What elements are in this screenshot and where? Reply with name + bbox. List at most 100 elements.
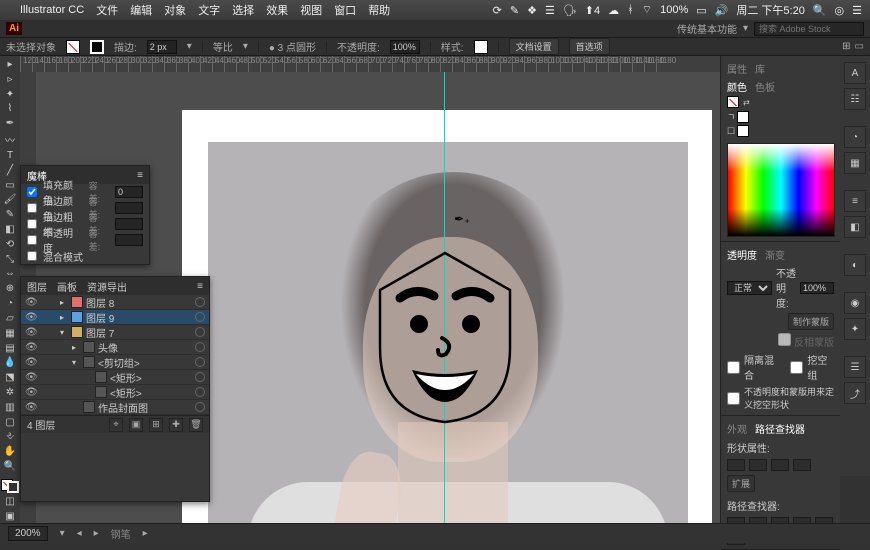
target-icon[interactable] xyxy=(195,357,205,367)
dock-color-icon[interactable]: ◔ xyxy=(844,126,866,148)
panel-menu-icon[interactable]: ≡ xyxy=(137,170,143,181)
transparency-tab[interactable]: 透明度 xyxy=(727,247,757,262)
tolerance-input[interactable] xyxy=(115,186,143,198)
perspective-tool[interactable]: ▱ xyxy=(2,312,18,325)
layer-name[interactable]: <矩形> xyxy=(110,385,192,400)
target-icon[interactable] xyxy=(195,402,205,412)
line-tool[interactable]: ╱ xyxy=(2,164,18,177)
none-icon[interactable]: ☐ xyxy=(727,126,735,137)
stroke-swatch-icon[interactable] xyxy=(7,481,19,493)
panel-menu-icon[interactable]: ≡ xyxy=(197,281,203,292)
exclude-icon[interactable] xyxy=(793,459,811,471)
option-checkbox[interactable] xyxy=(27,203,37,213)
siri-icon[interactable]: ◎ xyxy=(835,4,845,17)
stock-search-input[interactable] xyxy=(754,22,864,36)
opacity-input[interactable] xyxy=(390,40,420,54)
free-transform-tool[interactable]: ⊕ xyxy=(2,282,18,295)
battery-icon[interactable]: ▭ xyxy=(696,4,706,17)
delete-layer-icon[interactable]: 🗑 xyxy=(189,418,203,432)
swap-icon[interactable]: ⇄ xyxy=(743,98,750,107)
disclosure-icon[interactable]: ▸ xyxy=(60,298,68,307)
menu-view[interactable]: 视图 xyxy=(300,2,322,18)
layer-name[interactable]: <剪切组> xyxy=(98,355,192,370)
layer-name[interactable]: 图层 7 xyxy=(86,325,192,340)
scale-tool[interactable]: ⤡ xyxy=(2,253,18,266)
color-tab[interactable]: 颜色 xyxy=(727,79,747,94)
option-checkbox[interactable] xyxy=(27,219,37,229)
shaper-tool[interactable]: ✎ xyxy=(2,208,18,221)
width-tool[interactable]: ⇔ xyxy=(2,268,18,281)
layer-name[interactable]: <矩形> xyxy=(110,370,192,385)
swatches-tab[interactable]: 色板 xyxy=(755,79,775,94)
menu-select[interactable]: 选择 xyxy=(232,2,254,18)
layer-row[interactable]: 👁 ▾ 图层 7 xyxy=(21,325,209,340)
artboard[interactable] xyxy=(208,142,688,523)
layers-tab[interactable]: 图层 xyxy=(27,279,47,294)
artboards-tab[interactable]: 画板 xyxy=(57,279,77,294)
visibility-toggle-icon[interactable]: 👁 xyxy=(25,387,37,398)
disclosure-icon[interactable]: ▾ xyxy=(60,328,68,337)
asset-export-tab[interactable]: 资源导出 xyxy=(87,279,127,294)
dock-asset-export-icon[interactable]: ⤴ xyxy=(844,382,866,404)
gradient-tab[interactable]: 渐变 xyxy=(765,247,785,262)
eraser-tool[interactable]: ◧ xyxy=(2,223,18,236)
menubar-extra-icon[interactable]: ⟳ xyxy=(493,4,502,17)
menu-window[interactable]: 窗口 xyxy=(334,2,356,18)
menu-object[interactable]: 对象 xyxy=(164,2,186,18)
target-icon[interactable] xyxy=(195,342,205,352)
stroke-swatch[interactable] xyxy=(90,40,104,54)
minus-front-icon[interactable] xyxy=(749,459,767,471)
direct-selection-tool[interactable]: ▹ xyxy=(2,73,18,86)
zoom-tool[interactable]: 🔍 xyxy=(2,460,18,473)
properties-tab[interactable]: 属性 xyxy=(727,61,747,76)
menu-effect[interactable]: 效果 xyxy=(266,2,288,18)
stroke-color-swatch[interactable] xyxy=(737,125,749,137)
visibility-toggle-icon[interactable]: 👁 xyxy=(25,297,37,308)
style-swatch[interactable] xyxy=(474,40,488,54)
intersect-icon[interactable] xyxy=(771,459,789,471)
vertical-guide[interactable] xyxy=(444,72,445,523)
target-icon[interactable] xyxy=(195,387,205,397)
menu-type[interactable]: 文字 xyxy=(198,2,220,18)
brush-preset[interactable]: ● 3 点圆形 xyxy=(269,39,316,54)
menubar-extra-icon[interactable]: 🗣 xyxy=(563,4,577,17)
new-layer-icon[interactable]: ✚ xyxy=(169,418,183,432)
expand-button[interactable]: 扩展 xyxy=(727,475,755,492)
option-checkbox[interactable] xyxy=(27,251,37,261)
draw-mode-icon[interactable]: ◫ xyxy=(2,495,18,508)
menubar-extra-icon[interactable]: ☁ xyxy=(608,4,619,17)
visibility-toggle-icon[interactable]: 👁 xyxy=(25,312,37,323)
layer-row[interactable]: 👁 作品封面图 xyxy=(21,400,209,415)
volume-icon[interactable]: 🔊 xyxy=(715,4,729,17)
make-mask-button[interactable]: 制作蒙版 xyxy=(788,313,834,330)
chevron-down-icon[interactable]: ▾ xyxy=(243,41,248,52)
chevron-down-icon[interactable]: ▾ xyxy=(743,23,748,34)
selection-tool[interactable]: ▸ xyxy=(2,58,18,71)
visibility-toggle-icon[interactable]: 👁 xyxy=(25,342,37,353)
graph-tool[interactable]: ▥ xyxy=(2,401,18,414)
option-checkbox[interactable] xyxy=(27,235,37,245)
notifications-icon[interactable]: ☰ xyxy=(852,4,862,17)
layer-row[interactable]: 👁 ▾ <剪切组> xyxy=(21,355,209,370)
disclosure-icon[interactable]: ▾ xyxy=(72,358,80,367)
alpha-define-checkbox[interactable] xyxy=(727,392,740,405)
layer-name[interactable]: 作品封面图 xyxy=(98,400,192,415)
opacity-value-input[interactable] xyxy=(800,282,834,294)
artboard-tool[interactable]: ▢ xyxy=(2,416,18,429)
curvature-tool[interactable]: 〰 xyxy=(2,132,18,147)
clock[interactable]: 周二 下午5:20 xyxy=(736,2,804,18)
chevron-down-icon[interactable]: ▾ xyxy=(60,528,65,539)
prefs-button[interactable]: 首选项 xyxy=(569,38,610,55)
dock-libraries-icon[interactable]: ☷ xyxy=(844,88,866,110)
disclosure-icon[interactable]: ▸ xyxy=(60,313,68,322)
paintbrush-tool[interactable]: 🖌 xyxy=(2,194,18,207)
make-clipping-mask-icon[interactable]: ▣ xyxy=(129,418,143,432)
menu-edit[interactable]: 编辑 xyxy=(130,2,152,18)
tolerance-input[interactable] xyxy=(115,234,143,246)
tolerance-input[interactable] xyxy=(115,202,143,214)
text-fill-swatch[interactable] xyxy=(737,111,749,123)
chevron-down-icon[interactable]: ▾ xyxy=(187,41,192,52)
uniform-label[interactable]: 等比 xyxy=(213,39,233,54)
layer-name[interactable]: 图层 8 xyxy=(86,295,192,310)
rectangle-tool[interactable]: ▭ xyxy=(2,179,18,192)
